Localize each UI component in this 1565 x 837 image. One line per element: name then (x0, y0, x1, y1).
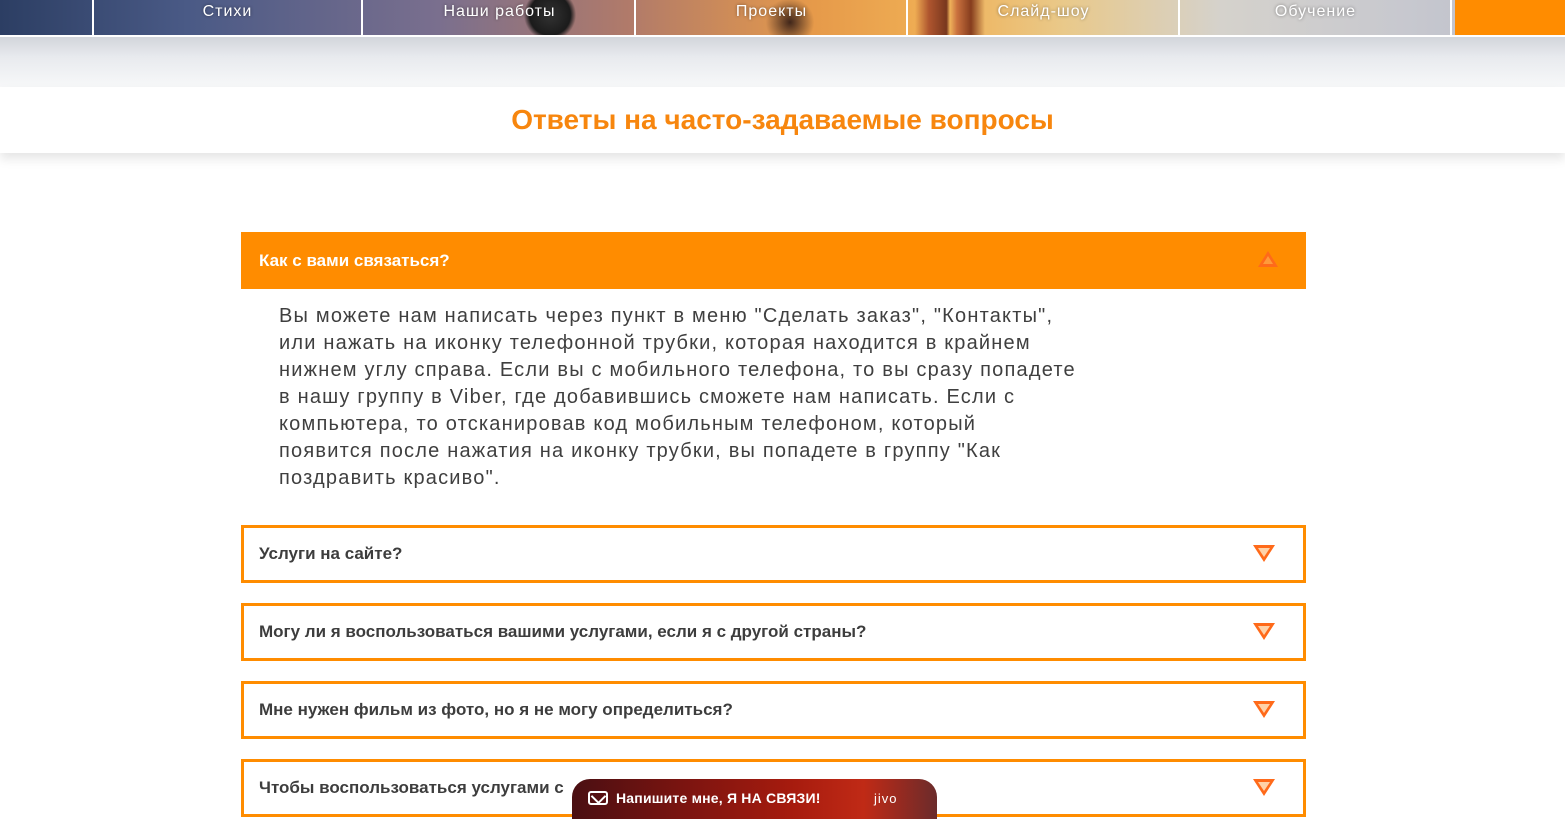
triangle-up-icon[interactable] (1258, 251, 1278, 267)
header-shadow-band (0, 37, 1565, 87)
faq-question: Как с вами связаться? (259, 251, 450, 270)
chat-label: Напишите мне, Я НА СВЯЗИ! (616, 790, 821, 806)
title-bar: Ответы на часто-задаваемые вопросы (0, 87, 1565, 153)
nav-item-stikhi[interactable]: Стихи (92, 0, 363, 36)
nav-item-highlight[interactable] (1455, 0, 1565, 36)
faq-answer: Вы можете нам написать через пункт в мен… (279, 305, 1076, 489)
envelope-icon (588, 791, 608, 805)
nav-item-proekty[interactable]: Проекты (637, 0, 908, 36)
nav-item-obuchenie[interactable]: Обучение (1181, 0, 1452, 36)
triangle-down-icon[interactable] (1253, 779, 1275, 796)
top-navigation: Стихи Наши работы Проекты Слайд-шоу Обуч… (0, 0, 1565, 37)
triangle-down-icon[interactable] (1253, 545, 1275, 562)
triangle-down-icon[interactable] (1253, 623, 1275, 640)
faq-item[interactable]: Могу ли я воспользоваться вашими услугам… (241, 603, 1306, 661)
faq-question: Могу ли я воспользоваться вашими услугам… (259, 622, 867, 641)
nav-item-nashi-raboty[interactable]: Наши работы (365, 0, 636, 36)
chat-brand: jivo (874, 791, 898, 806)
page-title: Ответы на часто-задаваемые вопросы (511, 104, 1054, 135)
nav-item-slideshow[interactable]: Слайд-шоу (909, 0, 1180, 36)
faq-item[interactable]: Мне нужен фильм из фото, но я не могу оп… (241, 681, 1306, 739)
chat-widget-button[interactable]: Напишите мне, Я НА СВЯЗИ! jivo (572, 779, 937, 819)
triangle-down-icon[interactable] (1253, 701, 1275, 718)
faq-item-open-header[interactable]: Как с вами связаться? (241, 232, 1306, 289)
faq-question: Услуги на сайте? (259, 544, 403, 563)
faq-question: Чтобы воспользоваться услугами с (259, 778, 564, 797)
faq-item[interactable]: Услуги на сайте? (241, 525, 1306, 583)
faq-accordion: Как с вами связаться? Вы можете нам напи… (241, 232, 1306, 837)
faq-question: Мне нужен фильм из фото, но я не могу оп… (259, 700, 733, 719)
